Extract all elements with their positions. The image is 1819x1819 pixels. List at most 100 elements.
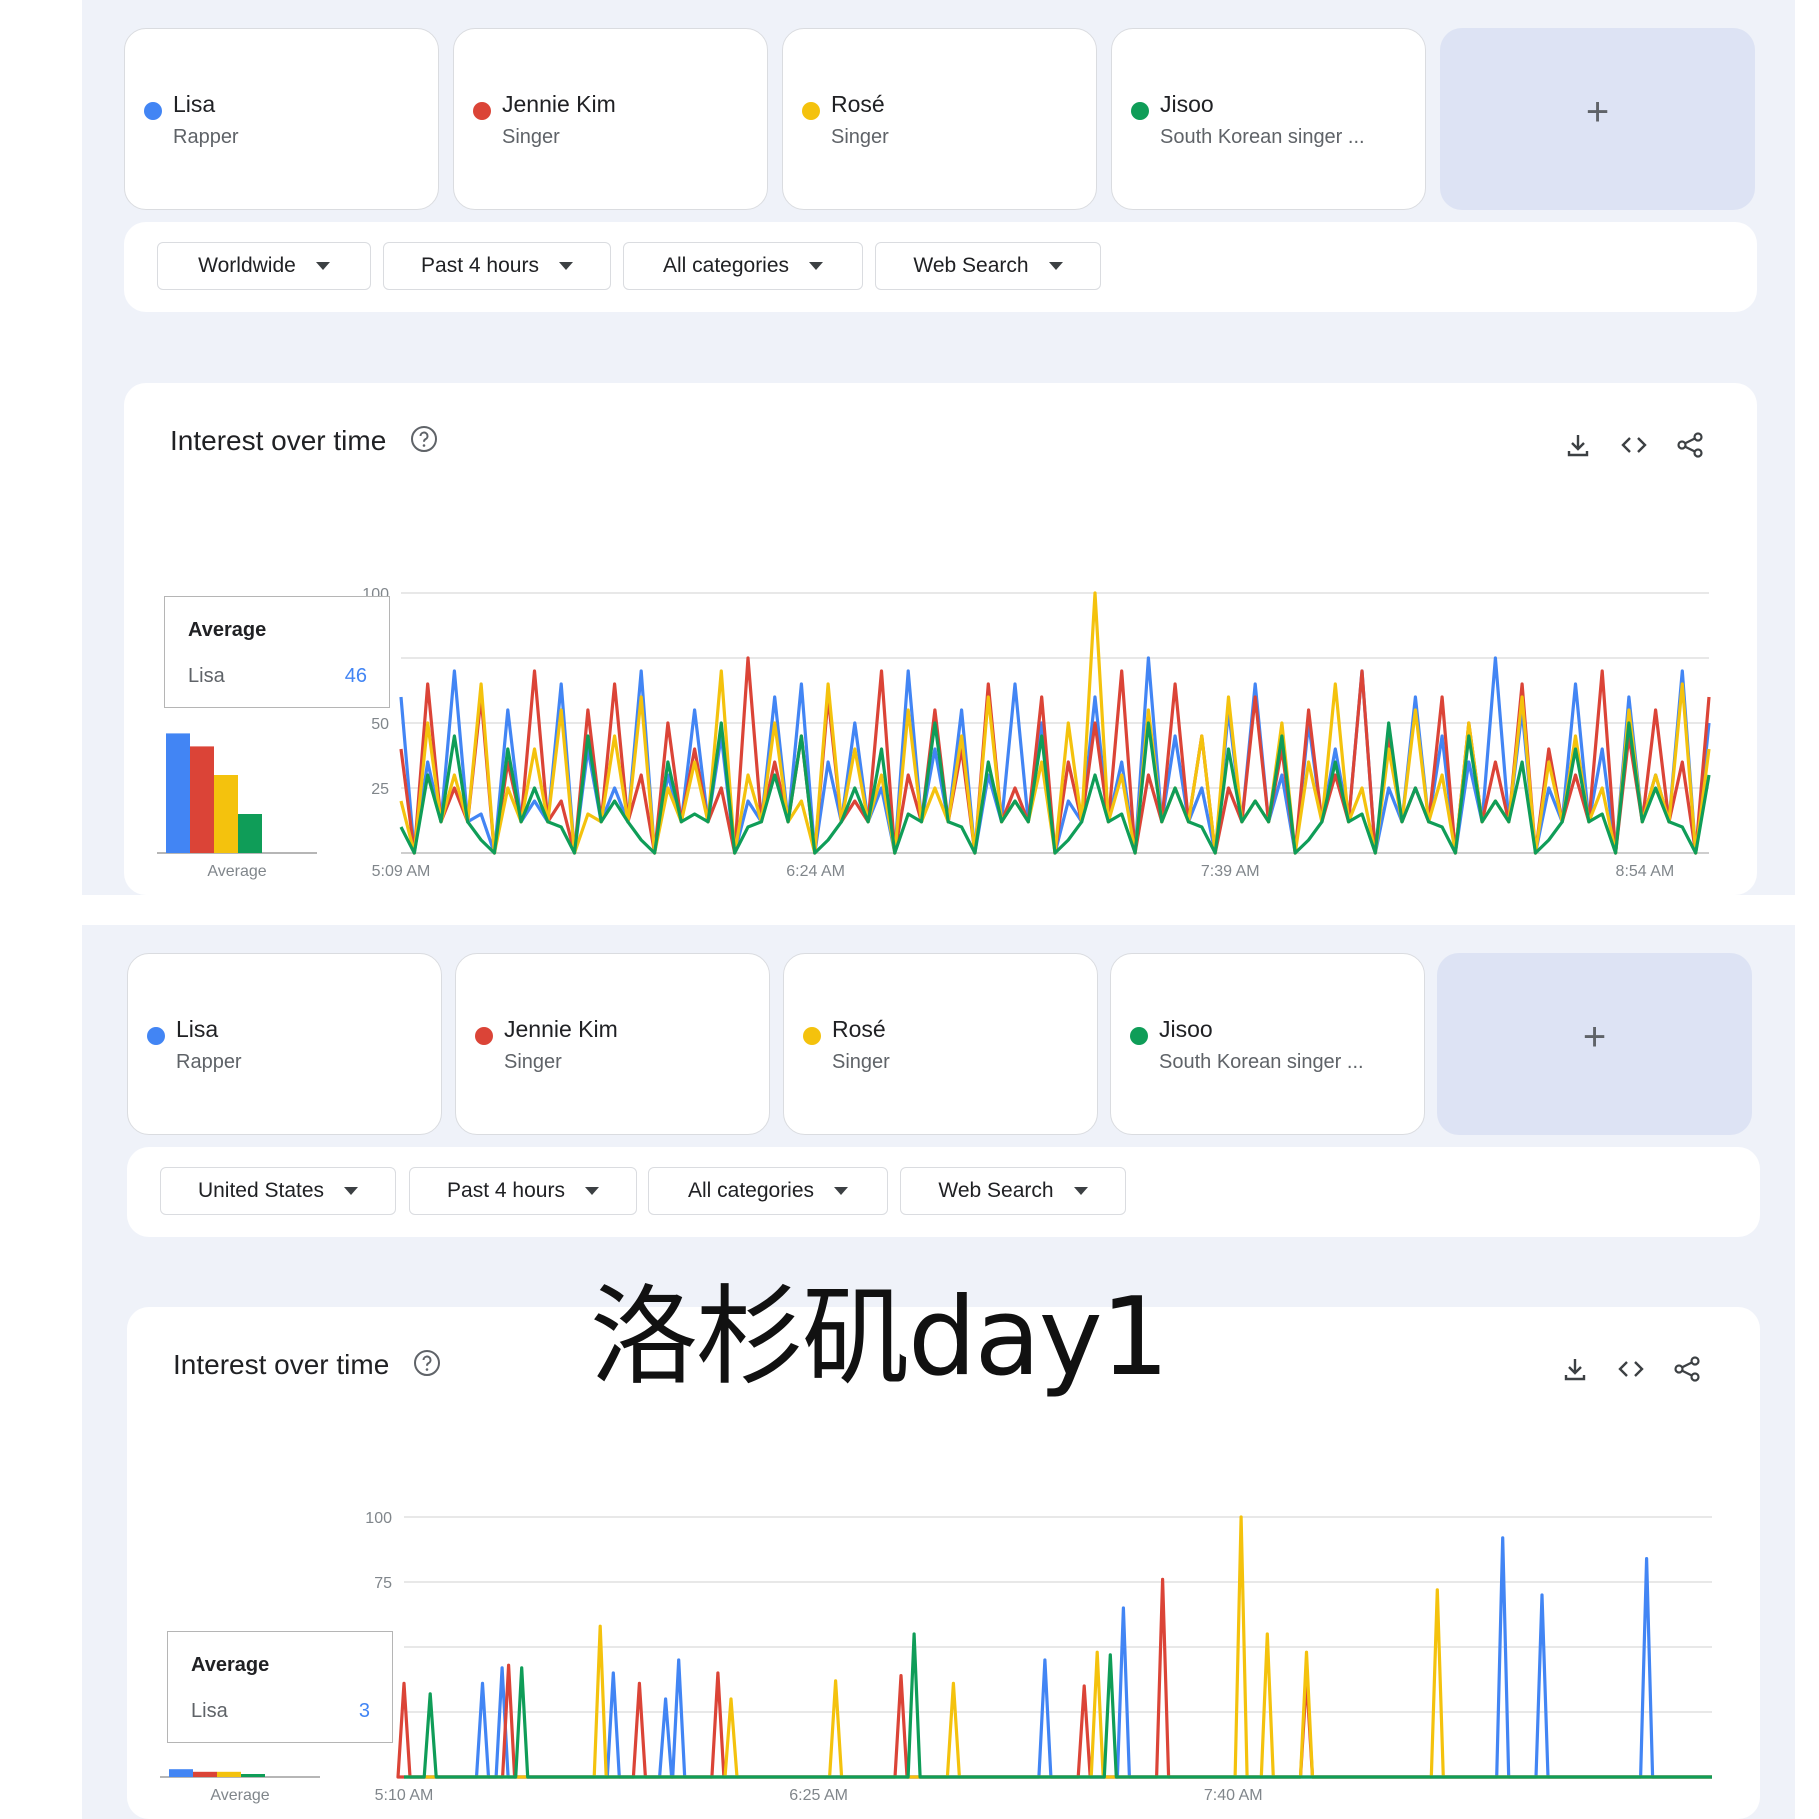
- series-line-jisoo: [404, 1632, 1712, 1779]
- embed-code-icon[interactable]: [1618, 429, 1650, 461]
- term-card-lisa-1[interactable]: Lisa Rapper: [124, 28, 439, 210]
- term-name: Rosé: [832, 1016, 886, 1042]
- plus-icon: +: [1585, 90, 1610, 134]
- tooltip-term: Lisa: [191, 1700, 228, 1722]
- x-tick-label: 6:25 AM: [789, 1787, 848, 1804]
- tooltip-value: 3: [358, 1700, 370, 1722]
- interest-over-time-card-1: Interest over time 1007550255:09 AM6:24 …: [124, 383, 1757, 895]
- caret-down-icon: [1073, 1187, 1088, 1195]
- add-comparison-button-2[interactable]: +: [1437, 953, 1752, 1135]
- dropdown-label: United States: [197, 1179, 325, 1202]
- series-dot: [475, 1027, 493, 1045]
- plus-icon: +: [1582, 1015, 1607, 1059]
- average-bar-rosé: [214, 775, 238, 853]
- series-dot: [144, 102, 162, 120]
- time-range-dropdown-1[interactable]: Past 4 hours: [383, 242, 611, 290]
- category-dropdown-1[interactable]: All categories: [623, 242, 863, 290]
- series-line-jisoo: [399, 721, 1711, 855]
- chart-toolbar: [1562, 429, 1706, 461]
- x-tick-label: 6:24 AM: [786, 863, 845, 880]
- term-type: South Korean singer ...: [1160, 126, 1365, 148]
- x-tick-label: 8:54 AM: [1616, 863, 1675, 880]
- average-bar-jisoo: [241, 1774, 265, 1777]
- dropdown-label: Worldwide: [198, 254, 296, 277]
- series-line-lisa: [399, 656, 1711, 855]
- tooltip-value: 46: [344, 665, 367, 687]
- x-tick-label: 7:40 AM: [1204, 1787, 1263, 1804]
- average-label: Average: [210, 1787, 269, 1804]
- term-name: Jisoo: [1159, 1016, 1213, 1042]
- tooltip-heading: Average: [188, 619, 267, 641]
- time-range-dropdown-2[interactable]: Past 4 hours: [409, 1167, 637, 1215]
- search-type-dropdown-2[interactable]: Web Search: [900, 1167, 1126, 1215]
- term-type: Singer: [504, 1051, 562, 1073]
- dropdown-label: All categories: [687, 1179, 815, 1202]
- share-icon[interactable]: [1674, 429, 1706, 461]
- term-card-jennie-1[interactable]: Jennie Kim Singer: [453, 28, 768, 210]
- series-line-ros-: [399, 591, 1711, 855]
- term-card-jisoo-1[interactable]: Jisoo South Korean singer ...: [1111, 28, 1426, 210]
- filter-bar-1: Worldwide Past 4 hours All categories We…: [124, 222, 1757, 312]
- chart-title: Interest over time: [173, 1349, 390, 1380]
- term-type: Rapper: [173, 126, 239, 148]
- term-name: Rosé: [831, 91, 885, 117]
- term-type: Singer: [502, 126, 560, 148]
- term-card-rose-2[interactable]: Rosé Singer: [783, 953, 1098, 1135]
- caret-down-icon: [809, 262, 824, 270]
- term-name: Lisa: [173, 91, 216, 117]
- term-type: Singer: [832, 1051, 890, 1073]
- y-tick-label: 50: [371, 716, 389, 733]
- caret-down-icon: [558, 262, 573, 270]
- share-icon[interactable]: [1671, 1353, 1703, 1385]
- series-line-jennie-kim: [396, 1577, 1712, 1779]
- caret-down-icon: [315, 262, 330, 270]
- average-bar-jennie-kim: [190, 746, 214, 853]
- overlay-caption: 洛杉矶day1: [590, 1275, 1169, 1400]
- term-name: Jisoo: [1160, 91, 1214, 117]
- series-dot: [473, 102, 491, 120]
- average-bar-lisa: [166, 733, 190, 853]
- add-comparison-button-1[interactable]: +: [1440, 28, 1755, 210]
- series-line-lisa: [404, 1536, 1712, 1779]
- search-type-dropdown-1[interactable]: Web Search: [875, 242, 1101, 290]
- download-icon[interactable]: [1559, 1353, 1591, 1385]
- series-dot: [1131, 102, 1149, 120]
- term-card-lisa-2[interactable]: Lisa Rapper: [127, 953, 442, 1135]
- term-type: South Korean singer ...: [1159, 1051, 1364, 1073]
- x-tick-label: 7:39 AM: [1201, 863, 1260, 880]
- x-tick-label: 5:10 AM: [375, 1787, 434, 1804]
- average-tooltip-2: Average Lisa 3: [167, 1631, 393, 1743]
- x-tick-label: 5:09 AM: [372, 863, 431, 880]
- term-name: Jennie Kim: [502, 91, 616, 117]
- series-dot: [1130, 1027, 1148, 1045]
- series-line-ros-: [404, 1515, 1712, 1779]
- caret-down-icon: [834, 1187, 849, 1195]
- region-dropdown-1[interactable]: Worldwide: [157, 242, 371, 290]
- term-type: Rapper: [176, 1051, 242, 1073]
- tooltip-term: Lisa: [188, 665, 225, 687]
- term-card-jennie-2[interactable]: Jennie Kim Singer: [455, 953, 770, 1135]
- y-tick-label: 25: [371, 781, 389, 798]
- category-dropdown-2[interactable]: All categories: [648, 1167, 888, 1215]
- series-line-jennie-kim: [399, 656, 1711, 855]
- download-icon[interactable]: [1562, 429, 1594, 461]
- region-dropdown-2[interactable]: United States: [160, 1167, 396, 1215]
- help-icon[interactable]: [410, 425, 438, 453]
- chart-toolbar: [1559, 1353, 1703, 1385]
- help-icon[interactable]: [413, 1349, 441, 1377]
- y-tick-label: 100: [365, 1510, 392, 1527]
- embed-code-icon[interactable]: [1615, 1353, 1647, 1385]
- term-card-rose-1[interactable]: Rosé Singer: [782, 28, 1097, 210]
- average-bar-jisoo: [238, 814, 262, 853]
- dropdown-label: Past 4 hours: [421, 254, 539, 277]
- caret-down-icon: [344, 1187, 359, 1195]
- series-dot: [803, 1027, 821, 1045]
- average-bar-jennie-kim: [193, 1771, 217, 1777]
- term-card-jisoo-2[interactable]: Jisoo South Korean singer ...: [1110, 953, 1425, 1135]
- tooltip-heading: Average: [191, 1654, 270, 1676]
- dropdown-label: Past 4 hours: [447, 1179, 565, 1202]
- caret-down-icon: [584, 1187, 599, 1195]
- dropdown-label: All categories: [662, 254, 790, 277]
- series-dot: [802, 102, 820, 120]
- dropdown-label: Web Search: [913, 254, 1029, 277]
